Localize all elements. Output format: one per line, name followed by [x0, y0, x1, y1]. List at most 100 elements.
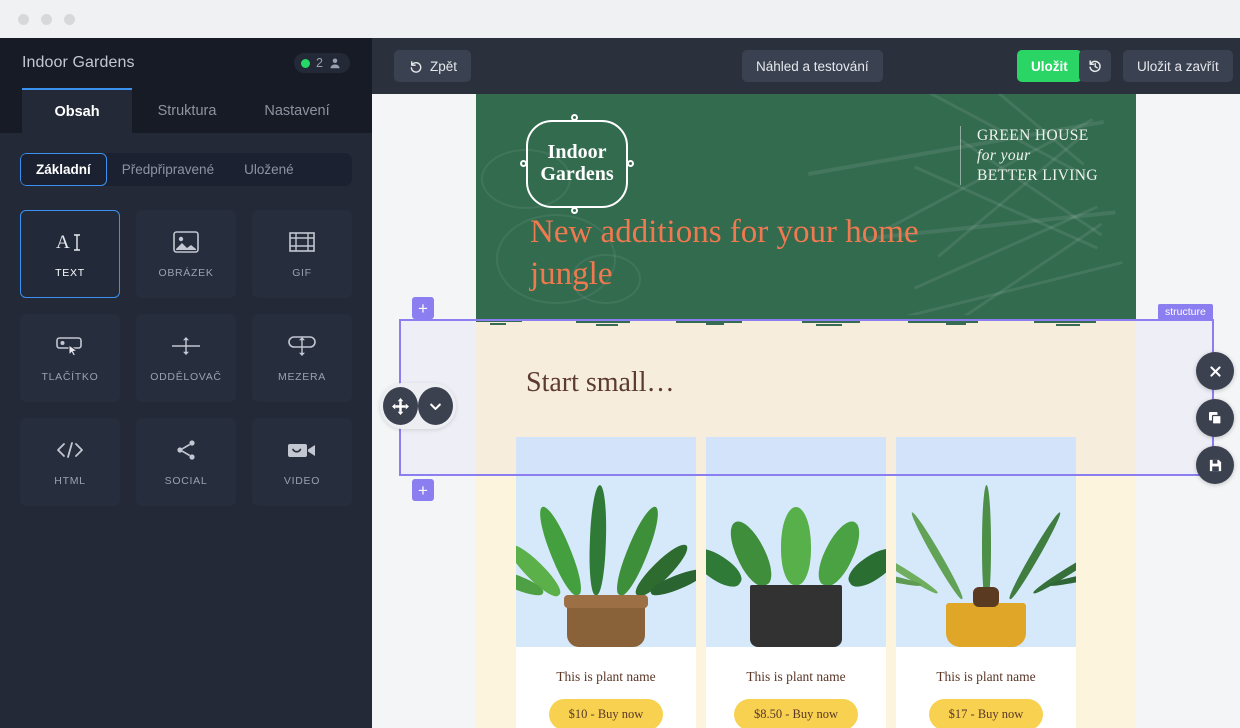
sidebar-content-panel: Základní Předpřipravené Uložené A [0, 133, 372, 728]
collaborator-count: 2 [316, 56, 323, 70]
save-label: Uložit [1031, 59, 1068, 74]
block-options-button[interactable] [418, 387, 453, 425]
tagline-line-1: GREEN HOUSE [977, 126, 1098, 146]
divider-icon [171, 333, 201, 359]
block-source-segmented-control: Základní Předpřipravené Uložené [20, 153, 352, 186]
app-window: Indoor Gardens 2 Obsah Struktura Nastave… [0, 0, 1240, 728]
tab-obsah[interactable]: Obsah [22, 88, 132, 133]
buy-now-label: Buy now [978, 707, 1024, 721]
preview-test-button[interactable]: Náhled a testování [742, 50, 883, 82]
logo-line-2: Gardens [540, 164, 613, 186]
product-price: $10 [569, 707, 588, 721]
sidebar: Indoor Gardens 2 Obsah Struktura Nastave… [0, 38, 372, 728]
save-floppy-icon [1208, 458, 1223, 473]
product-card-row: This is plant name $10 - Buy now [476, 437, 1136, 728]
block-drag-toolbar [380, 383, 456, 429]
editor-toolbar: Zpět Náhled a testování Uložit Uložit a … [372, 38, 1240, 94]
buy-now-button[interactable]: $17 - Buy now [929, 699, 1044, 728]
tab-struktura[interactable]: Struktura [132, 88, 242, 133]
sidebar-header: Indoor Gardens 2 [0, 38, 372, 88]
preview-test-label: Náhled a testování [756, 59, 869, 74]
editor-area: Zpět Náhled a testování Uložit Uložit a … [372, 38, 1240, 728]
price-separator: - [591, 707, 595, 721]
segment-zakladni[interactable]: Základní [20, 153, 107, 186]
block-divider[interactable]: ODDĚLOVAČ [136, 314, 236, 402]
window-dot-minimize[interactable] [41, 14, 52, 25]
window-dot-close[interactable] [18, 14, 29, 25]
segment-ulozene[interactable]: Uložené [229, 153, 309, 186]
save-button[interactable]: Uložit [1017, 50, 1082, 82]
block-button-label: TLAČÍTKO [42, 371, 99, 383]
block-divider-label: ODDĚLOVAČ [150, 371, 221, 383]
brand-logo: Indoor Gardens [526, 120, 628, 208]
segment-ulozene-label: Uložené [244, 162, 294, 177]
torn-edge-divider [476, 315, 1136, 337]
product-price: $17 [949, 707, 968, 721]
product-card[interactable]: This is plant name $17 - Buy now [896, 437, 1076, 728]
block-gif[interactable]: GIF [252, 210, 352, 298]
window-dot-maximize[interactable] [64, 14, 75, 25]
sidebar-tabs: Obsah Struktura Nastavení [0, 88, 372, 133]
collaborators-badge[interactable]: 2 [294, 53, 350, 73]
save-and-close-button[interactable]: Uložit a zavřít [1123, 50, 1233, 82]
block-actions-rail [1196, 352, 1234, 484]
start-small-section[interactable]: Start small… [476, 337, 1136, 437]
share-icon [174, 437, 198, 463]
spacer-icon [287, 333, 317, 359]
duplicate-icon [1207, 410, 1223, 426]
block-spacer[interactable]: MEZERA [252, 314, 352, 402]
svg-text:A: A [56, 232, 70, 253]
tab-nastaveni[interactable]: Nastavení [242, 88, 352, 133]
product-name: This is plant name [896, 647, 1076, 699]
product-card[interactable]: This is plant name $8.50 - Buy now [706, 437, 886, 728]
price-separator: - [971, 707, 975, 721]
online-status-icon [301, 59, 310, 68]
buy-now-button[interactable]: $10 - Buy now [549, 699, 664, 728]
chevron-down-icon [428, 399, 443, 414]
delete-block-button[interactable] [1196, 352, 1234, 390]
add-above-label: + [418, 300, 428, 317]
block-image-label: OBRÁZEK [158, 267, 213, 279]
email-canvas[interactable]: Indoor Gardens GREEN HOUSE for your BETT… [372, 94, 1240, 728]
tagline-line-3: BETTER LIVING [977, 166, 1098, 186]
block-spacer-label: MEZERA [278, 371, 326, 383]
start-small-heading: Start small… [476, 337, 1136, 399]
undo-button[interactable]: Zpět [394, 50, 471, 82]
buy-now-button[interactable]: $8.50 - Buy now [734, 699, 858, 728]
product-image [706, 437, 886, 647]
block-html[interactable]: HTML [20, 418, 120, 506]
add-block-above-button[interactable]: + [412, 297, 434, 319]
brand-tagline: GREEN HOUSE for your BETTER LIVING [960, 126, 1098, 185]
code-icon [55, 437, 85, 463]
window-titlebar [0, 0, 1240, 38]
tagline-line-2: for your [977, 146, 1098, 166]
block-button[interactable]: TLAČÍTKO [20, 314, 120, 402]
banner-headline[interactable]: New additions for your home jungle [530, 212, 950, 296]
product-name: This is plant name [706, 647, 886, 699]
email-banner[interactable]: Indoor Gardens GREEN HOUSE for your BETT… [476, 94, 1136, 316]
block-video-label: VIDEO [284, 475, 320, 487]
gif-film-icon [289, 229, 315, 255]
history-button[interactable] [1079, 50, 1111, 82]
add-below-label: + [418, 482, 428, 499]
structure-badge[interactable]: structure [1158, 304, 1213, 320]
block-image[interactable]: OBRÁZEK [136, 210, 236, 298]
block-text[interactable]: A TEXT [20, 210, 120, 298]
buy-now-label: Buy now [793, 707, 839, 721]
video-camera-icon [287, 437, 317, 463]
segment-predpripravene[interactable]: Předpřipravené [107, 153, 229, 186]
product-image [516, 437, 696, 647]
product-card[interactable]: This is plant name $10 - Buy now [516, 437, 696, 728]
person-icon [329, 57, 341, 69]
email-body: Indoor Gardens GREEN HOUSE for your BETT… [476, 94, 1136, 728]
block-social[interactable]: SOCIAL [136, 418, 236, 506]
save-block-button[interactable] [1196, 446, 1234, 484]
logo-line-1: Indoor [548, 142, 607, 164]
undo-arrow-icon [408, 59, 423, 74]
move-handle-button[interactable] [383, 387, 418, 425]
add-block-below-button[interactable]: + [412, 479, 434, 501]
button-cursor-icon [55, 333, 85, 359]
block-video[interactable]: VIDEO [252, 418, 352, 506]
image-icon [173, 229, 199, 255]
duplicate-block-button[interactable] [1196, 399, 1234, 437]
